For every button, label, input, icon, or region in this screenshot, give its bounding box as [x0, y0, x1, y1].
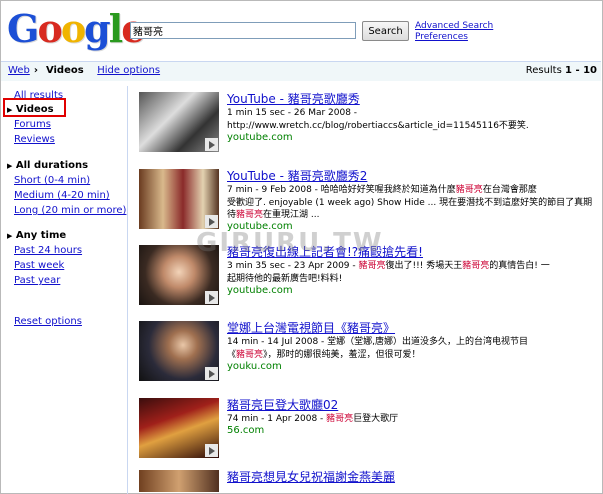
- sidebar-past-week[interactable]: Past week: [14, 260, 64, 271]
- result-snippet: 受歡迎了. enjoyable (1 week ago) Show Hide .…: [227, 198, 593, 220]
- result-snippet: http://www.wretch.cc/blog/robertiaccs&ar…: [227, 121, 529, 131]
- query-highlight: 豬哥亮: [236, 210, 264, 220]
- sidebar-reviews[interactable]: Reviews: [14, 134, 55, 145]
- watermark: GIRURU.TW: [196, 228, 384, 258]
- result-snippet: 《豬哥亮》，那时的娜很纯美，羞涩，但很可爱！: [227, 350, 421, 360]
- query-highlight: 豬哥亮: [236, 350, 264, 360]
- sidebar-divider: [127, 86, 128, 494]
- video-thumbnail[interactable]: [139, 470, 219, 492]
- play-icon: [205, 367, 218, 380]
- google-logo[interactable]: Google: [7, 6, 145, 52]
- sidebar-forums[interactable]: Forums: [14, 119, 51, 130]
- result-meta: 3 min 35 sec - 23 Apr 2009 - 豬哥亮復出了!!! 秀…: [227, 261, 550, 271]
- video-thumbnail[interactable]: [139, 169, 219, 229]
- result-url: 56.com: [227, 425, 265, 436]
- triangle-icon: ▶: [7, 162, 13, 170]
- sidebar-past-24[interactable]: Past 24 hours: [14, 245, 82, 256]
- query-highlight: 豬哥亮: [358, 261, 386, 271]
- highlight-box: [3, 98, 66, 117]
- sidebar-medium[interactable]: Medium (4-20 min): [14, 190, 110, 201]
- play-icon: [205, 291, 218, 304]
- sidebar-all-durations[interactable]: ▶ All durations: [7, 160, 88, 171]
- result-url: youtube.com: [227, 285, 293, 296]
- result-meta: 7 min - 9 Feb 2008 - 哈哈哈好好笑喔我終於知道為什麼豬哥亮在…: [227, 185, 537, 195]
- result-snippet: 起期待他的最新廣告吧!料料!: [227, 274, 343, 284]
- breadcrumb: Web › Videos Hide options: [8, 65, 160, 76]
- results-stats: Results 1 - 10: [526, 65, 597, 76]
- video-thumbnail[interactable]: [139, 398, 219, 458]
- search-button[interactable]: Search: [362, 21, 409, 41]
- preferences-link[interactable]: Preferences: [415, 32, 493, 43]
- sidebar-reset-options[interactable]: Reset options: [14, 316, 82, 327]
- sidebar-past-year[interactable]: Past year: [14, 275, 60, 286]
- videos-current: Videos: [45, 65, 84, 76]
- video-thumbnail[interactable]: [139, 92, 219, 152]
- results-prefix: Results: [525, 65, 565, 76]
- search-input[interactable]: [130, 22, 356, 39]
- header-links: Advanced Search Preferences: [415, 21, 493, 43]
- results-bar: Web › Videos Hide options Results 1 - 10: [1, 61, 601, 81]
- result-title[interactable]: YouTube - 豬哥亮歌廳秀2: [227, 169, 367, 183]
- sidebar-any-time[interactable]: ▶ Any time: [7, 230, 66, 241]
- result-title[interactable]: 豬哥亮巨登大歌廳02: [227, 398, 338, 412]
- results-range: 1 - 10: [565, 65, 597, 76]
- sidebar-all-durations-label: All durations: [15, 160, 89, 171]
- advanced-search-link[interactable]: Advanced Search: [415, 21, 493, 32]
- play-icon: [205, 138, 218, 151]
- play-icon: [205, 444, 218, 457]
- hide-options-link[interactable]: Hide options: [97, 65, 160, 76]
- result-title[interactable]: 豬哥亮想見女兒祝福謝金燕美麗: [227, 470, 395, 484]
- query-highlight: 豬哥亮: [326, 414, 354, 424]
- sidebar-long[interactable]: Long (20 min or more): [14, 205, 126, 216]
- video-thumbnail[interactable]: [139, 321, 219, 381]
- result-meta: 1 min 15 sec - 26 Mar 2008 -: [227, 108, 358, 118]
- result-url: youku.com: [227, 361, 282, 372]
- result-title[interactable]: YouTube - 豬哥亮歌廳秀: [227, 92, 360, 106]
- result-title[interactable]: 堂娜上台灣電視節目《豬哥亮》: [227, 321, 395, 335]
- breadcrumb-separator: ›: [33, 65, 38, 76]
- play-icon: [205, 215, 218, 228]
- sidebar-any-time-label: Any time: [15, 230, 67, 241]
- web-link[interactable]: Web: [8, 65, 30, 76]
- query-highlight: 豬哥亮: [455, 185, 483, 195]
- triangle-icon: ▶: [7, 232, 13, 240]
- result-url: youtube.com: [227, 132, 293, 143]
- result-meta: 14 min - 14 Jul 2008 - 堂娜（堂娜,唐娜）出道没多久，上的…: [227, 337, 529, 347]
- query-highlight: 豬哥亮: [462, 261, 490, 271]
- sidebar-short[interactable]: Short (0-4 min): [14, 175, 90, 186]
- result-meta: 74 min - 1 Apr 2008 - 豬哥亮巨登大歌厅: [227, 414, 399, 424]
